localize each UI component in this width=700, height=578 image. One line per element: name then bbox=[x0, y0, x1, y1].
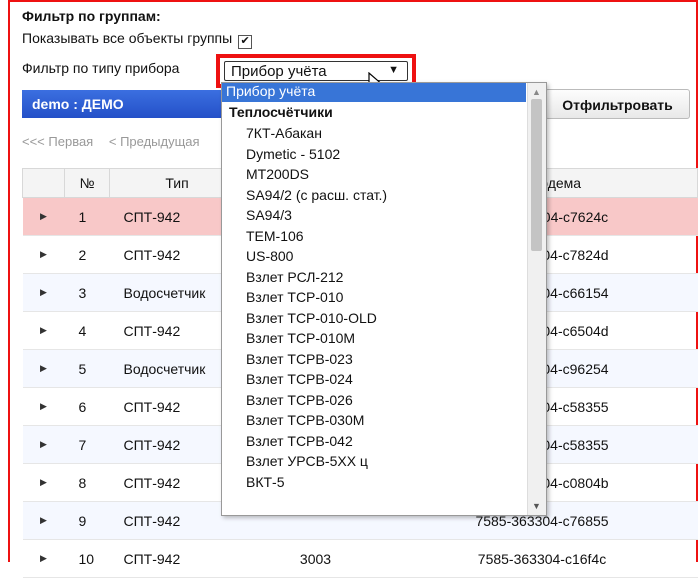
row-number: 2 bbox=[64, 235, 110, 274]
dropdown-option[interactable]: Взлет ТСР-010 bbox=[246, 289, 343, 308]
dropdown-option[interactable]: Взлет ТСР-010-OLD bbox=[246, 310, 377, 329]
expand-row-icon[interactable]: ▶ bbox=[22, 463, 65, 502]
row-number: 4 bbox=[64, 311, 110, 350]
row-number: 9 bbox=[64, 501, 110, 540]
show-all-label: Показывать все объекты группы bbox=[22, 30, 233, 46]
show-all-checkbox[interactable]: ✔ bbox=[238, 35, 253, 49]
expand-row-icon[interactable]: ▶ bbox=[22, 197, 65, 236]
row-type: СПТ-942 bbox=[109, 539, 245, 578]
pager-prev-link[interactable]: < Предыдущая bbox=[109, 134, 200, 149]
dropdown-option[interactable]: SA94/2 (с расш. стат.) bbox=[246, 187, 387, 206]
dropdown-option[interactable]: US-800 bbox=[246, 248, 293, 267]
expand-row-icon[interactable]: ▶ bbox=[22, 273, 65, 312]
pager: <<< Первая < Предыдущая bbox=[22, 134, 212, 149]
dropdown-option[interactable]: SA94/3 bbox=[246, 207, 292, 226]
expand-row-icon[interactable]: ▶ bbox=[22, 311, 65, 350]
col-number[interactable]: № bbox=[64, 168, 110, 198]
expand-row-icon[interactable]: ▶ bbox=[22, 387, 65, 426]
scroll-down-icon[interactable]: ▼ bbox=[532, 501, 541, 511]
expand-row-icon[interactable]: ▶ bbox=[22, 349, 65, 388]
row-modem-code: 7585-363304-c16f4c bbox=[386, 539, 698, 578]
dropdown-option[interactable]: Взлет ТСРВ-030М bbox=[246, 412, 364, 431]
row-mid: 3003 bbox=[244, 539, 387, 578]
row-number: 7 bbox=[64, 425, 110, 464]
dropdown-option[interactable]: Взлет УРСВ-5ХХ ц bbox=[246, 453, 368, 472]
expand-row-icon[interactable]: ▶ bbox=[22, 425, 65, 464]
row-number: 8 bbox=[64, 463, 110, 502]
option-selected[interactable]: Прибор учёта bbox=[222, 83, 526, 102]
expand-row-icon[interactable]: ▶ bbox=[22, 501, 65, 540]
row-number: 10 bbox=[64, 539, 110, 578]
table-row[interactable]: ▶ 10 СПТ-942 3003 7585-363304-c16f4c bbox=[22, 539, 698, 578]
group-title: demo : ДЕМО bbox=[32, 96, 124, 112]
col-expand bbox=[22, 168, 65, 198]
device-type-dropdown-list[interactable]: Прибор учёта Теплосчётчики 7КТ-Абакан Dym… bbox=[221, 82, 547, 516]
dropdown-option[interactable]: Взлет ТСРВ-026 bbox=[246, 392, 353, 411]
optgroup-label: Теплосчётчики bbox=[229, 104, 333, 120]
filter-button[interactable]: Отфильтровать bbox=[545, 89, 690, 119]
device-type-value: Прибор учёта bbox=[231, 63, 327, 80]
dropdown-option[interactable]: Взлет ТСР-010М bbox=[246, 330, 355, 349]
dropdown-option[interactable]: TEM-106 bbox=[246, 228, 304, 247]
dropdown-option[interactable]: Взлет ТСРВ-024 bbox=[246, 371, 353, 390]
scroll-up-icon[interactable]: ▲ bbox=[532, 87, 541, 97]
row-number: 5 bbox=[64, 349, 110, 388]
dropdown-option[interactable]: ВКТ-5 bbox=[246, 474, 285, 493]
expand-row-icon[interactable]: ▶ bbox=[22, 539, 65, 578]
expand-row-icon[interactable]: ▶ bbox=[22, 235, 65, 274]
dropdown-option[interactable]: Взлет ТСРВ-023 bbox=[246, 351, 353, 370]
chevron-down-icon: ▼ bbox=[388, 64, 399, 76]
row-number: 1 bbox=[64, 197, 110, 236]
scrollbar-thumb[interactable] bbox=[531, 99, 542, 251]
filter-heading: Фильтр по группам: bbox=[22, 8, 161, 24]
dropdown-option[interactable]: Dymetic - 5102 bbox=[246, 146, 340, 165]
dropdown-option[interactable]: Взлет РСЛ-212 bbox=[246, 269, 343, 288]
dropdown-scrollbar[interactable]: ▲ ▼ bbox=[527, 83, 546, 515]
row-number: 3 bbox=[64, 273, 110, 312]
dropdown-option[interactable]: Взлет ТСРВ-042 bbox=[246, 433, 353, 452]
pager-first-link[interactable]: <<< Первая bbox=[22, 134, 93, 149]
device-type-label: Фильтр по типу прибора bbox=[22, 60, 180, 76]
dropdown-option[interactable]: MT200DS bbox=[246, 166, 309, 185]
dropdown-option[interactable]: 7КТ-Абакан bbox=[246, 125, 322, 144]
show-all-row: Показывать все объекты группы ✔ bbox=[22, 30, 253, 49]
row-number: 6 bbox=[64, 387, 110, 426]
